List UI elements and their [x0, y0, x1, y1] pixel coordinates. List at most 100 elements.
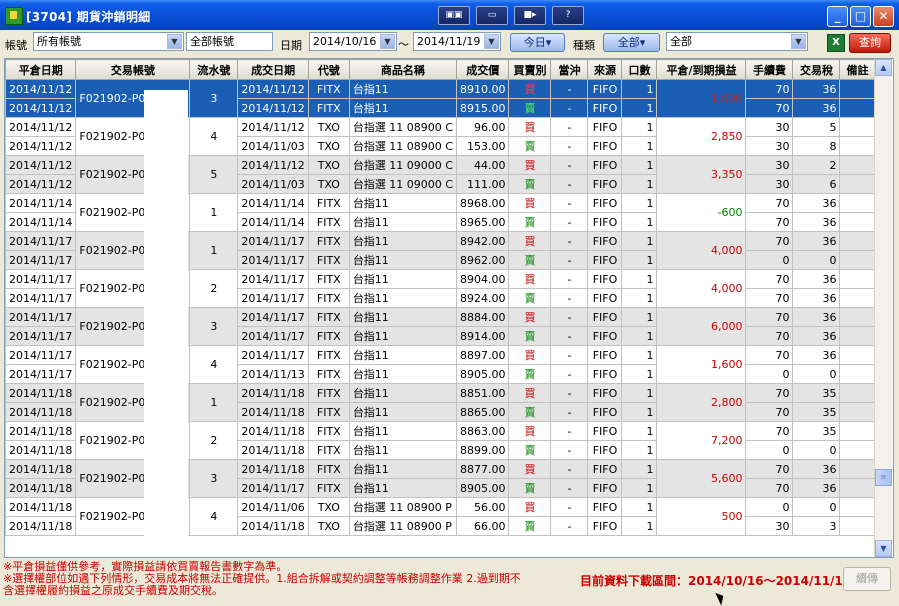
source-cell: FIFO	[587, 193, 623, 213]
trade-date-cell: 2014/11/14	[237, 193, 309, 213]
table-row[interactable]: 2014/11/18 F021902-P02 1 2014/11/18 FITX 台指11…	[5, 383, 876, 422]
minimize-button[interactable]: _	[827, 6, 848, 27]
serial-cell: 3	[189, 79, 239, 118]
retransmit-button[interactable]: 續傳	[843, 567, 891, 591]
note-cell	[839, 516, 876, 536]
close-date-cell: 2014/11/17	[5, 326, 77, 346]
table-row[interactable]: 2014/11/12 F021902-P02 5 2014/11/12 TXO 台指選 1…	[5, 155, 876, 194]
column-header[interactable]: 手續費	[745, 59, 794, 80]
tax-cell: 3	[792, 516, 841, 536]
trade-date-cell: 2014/11/18	[237, 383, 309, 403]
fee-cell: 70	[745, 288, 794, 308]
column-header[interactable]: 平倉日期	[5, 59, 77, 80]
side-cell: 買	[508, 497, 552, 517]
column-header[interactable]: 當沖	[550, 59, 589, 80]
trade-grid[interactable]: 平倉日期 交易帳號 流水號 成交日期 代號 商品名稱 成交價 買賣別 當沖 來源 口數 平倉/到期損益…	[4, 58, 894, 558]
table-row[interactable]: 2014/11/17 F021902-P02 1 2014/11/17 FITX 台指11…	[5, 231, 876, 270]
date-to-picker[interactable]: 2014/11/19 ▼	[413, 32, 501, 51]
source-cell: FIFO	[587, 117, 623, 137]
type-button[interactable]: 全部▾	[603, 33, 660, 52]
table-row[interactable]: 2014/11/18 F021902-P02 4 2014/11/06 TXO 台指選 1…	[5, 497, 876, 536]
table-row[interactable]: 2014/11/17 F021902-P02 3 2014/11/17 FITX 台指11…	[5, 307, 876, 346]
redacted-area	[144, 90, 188, 557]
side-cell: 賣	[508, 402, 552, 422]
table-header: 平倉日期 交易帳號 流水號 成交日期 代號 商品名稱 成交價 買賣別 當沖 來源 口數 平倉/到期損益…	[5, 59, 876, 80]
pnl-cell: 1,000	[656, 79, 747, 118]
product-name-cell: 台指11	[348, 79, 457, 99]
note-cell	[839, 478, 876, 498]
download-range: 目前資料下載區間：2014/10/16～2014/11/19	[580, 574, 852, 588]
column-header[interactable]: 商品名稱	[348, 59, 457, 80]
table-row[interactable]: 2014/11/12 F021902-P02 3 2014/11/12 FITX 台指11…	[5, 79, 876, 118]
tax-cell: 6	[792, 174, 841, 194]
close-date-cell: 2014/11/17	[5, 288, 77, 308]
date-from-value: 2014/10/16	[313, 35, 377, 48]
column-header[interactable]: 成交價	[455, 59, 510, 80]
trade-date-cell: 2014/11/13	[237, 364, 309, 384]
daytrade-cell: -	[550, 459, 589, 479]
tax-cell: 36	[792, 478, 841, 498]
help-icon[interactable]: ?	[552, 6, 584, 25]
column-header[interactable]: 成交日期	[237, 59, 309, 80]
account-select[interactable]: 所有帳號 ▼	[33, 32, 184, 51]
date-from-picker[interactable]: 2014/10/16 ▼	[309, 32, 397, 51]
source-cell: FIFO	[587, 98, 623, 118]
price-cell: 8877.00	[455, 459, 510, 479]
product-name-cell: 台指11	[348, 364, 457, 384]
note-cell	[839, 326, 876, 346]
column-header[interactable]: 來源	[587, 59, 623, 80]
table-row[interactable]: 2014/11/18 F021902-P02 2 2014/11/18 FITX 台指11…	[5, 421, 876, 460]
window-icon[interactable]: ▭	[476, 6, 508, 25]
daytrade-cell: -	[550, 326, 589, 346]
pnl-cell: 7,200	[656, 421, 747, 460]
column-header[interactable]: 口數	[621, 59, 658, 80]
table-row[interactable]: 2014/11/18 F021902-P02 3 2014/11/18 FITX 台指11…	[5, 459, 876, 498]
column-header[interactable]: 交易帳號	[75, 59, 191, 80]
pnl-cell: 3,350	[656, 155, 747, 194]
price-cell: 8962.00	[455, 250, 510, 270]
product-name-cell: 台指11	[348, 345, 457, 365]
product-name-cell: 台指11	[348, 440, 457, 460]
layout-icon[interactable]: ▣▣	[438, 6, 470, 25]
serial-cell: 4	[189, 497, 239, 536]
query-button[interactable]: 查詢	[849, 33, 891, 53]
table-row[interactable]: 2014/11/12 F021902-P02 4 2014/11/12 TXO 台指選 1…	[5, 117, 876, 156]
code-cell: FITX	[307, 212, 350, 232]
tax-cell: 36	[792, 212, 841, 232]
close-button[interactable]: ✕	[873, 6, 894, 27]
scroll-up-icon[interactable]: ▲	[875, 59, 892, 76]
table-row[interactable]: 2014/11/17 F021902-P02 2 2014/11/17 FITX 台指11…	[5, 269, 876, 308]
side-cell: 買	[508, 307, 552, 327]
table-row[interactable]: 2014/11/14 F021902-P02 1 2014/11/14 FITX 台指11…	[5, 193, 876, 232]
column-header[interactable]: 流水號	[189, 59, 239, 80]
column-header[interactable]: 備註	[839, 59, 876, 80]
trade-date-cell: 2014/11/18	[237, 421, 309, 441]
code-cell: FITX	[307, 459, 350, 479]
title-toolbar: ▣▣ ▭ ■▸ ?	[438, 6, 584, 25]
table-row[interactable]: 2014/11/17 F021902-P02 4 2014/11/17 FITX 台指11…	[5, 345, 876, 384]
excel-export-icon[interactable]: X	[827, 34, 845, 52]
note-cell	[839, 383, 876, 403]
scroll-down-icon[interactable]: ▼	[875, 540, 892, 557]
type-select[interactable]: 全部 ▼	[666, 32, 808, 51]
maximize-button[interactable]: □	[850, 6, 871, 27]
column-header[interactable]: 買賣別	[508, 59, 552, 80]
scroll-thumb[interactable]: ≡	[875, 469, 892, 486]
serial-cell: 3	[189, 307, 239, 346]
today-button[interactable]: 今日▾	[510, 33, 565, 52]
note-cell	[839, 288, 876, 308]
vertical-scrollbar[interactable]: ▲ ≡ ▼	[874, 59, 892, 557]
trade-date-cell: 2014/11/17	[237, 345, 309, 365]
video-icon[interactable]: ■▸	[514, 6, 546, 25]
code-cell: FITX	[307, 193, 350, 213]
price-cell: 8899.00	[455, 440, 510, 460]
column-header[interactable]: 交易稅	[792, 59, 841, 80]
fee-cell: 30	[745, 174, 794, 194]
account-all-field[interactable]: 全部帳號	[186, 32, 273, 51]
qty-cell: 1	[621, 174, 658, 194]
close-date-cell: 2014/11/12	[5, 174, 77, 194]
column-header[interactable]: 平倉/到期損益	[656, 59, 747, 80]
side-cell: 買	[508, 383, 552, 403]
side-cell: 買	[508, 421, 552, 441]
column-header[interactable]: 代號	[307, 59, 350, 80]
